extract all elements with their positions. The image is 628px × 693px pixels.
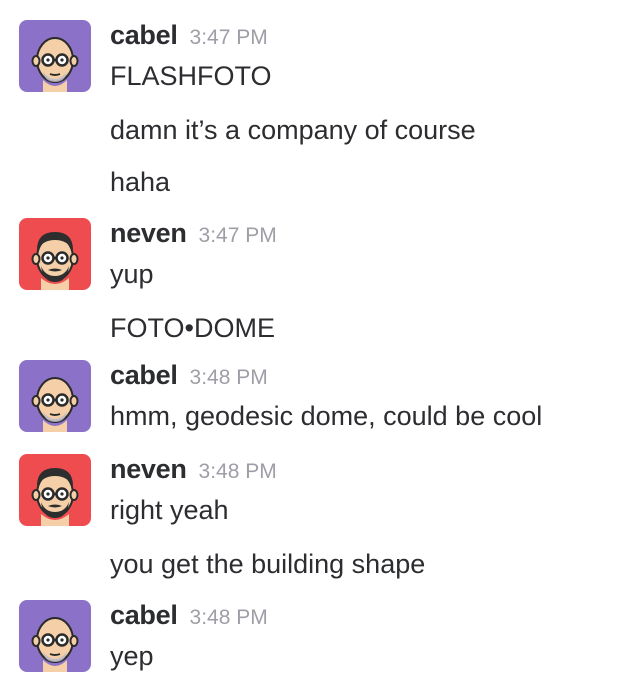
message-text: hmm, geodesic dome, could be cool	[110, 401, 543, 431]
neven-avatar-icon[interactable]	[19, 218, 91, 290]
cabel-avatar-icon[interactable]	[19, 600, 91, 672]
message-text: yep	[110, 641, 154, 671]
timestamp[interactable]: 3:47 PM	[199, 224, 277, 247]
timestamp[interactable]: 3:47 PM	[190, 26, 268, 49]
message-group: cabel 3:48 PM hmm, geodesic dome, could b…	[0, 360, 628, 440]
timestamp[interactable]: 3:48 PM	[199, 460, 277, 483]
message-group: neven 3:47 PM yup FOTO•DOME	[0, 218, 628, 348]
author-name[interactable]: neven	[110, 454, 187, 484]
message-text: haha	[110, 167, 171, 197]
cabel-avatar-icon[interactable]	[19, 360, 91, 432]
message-text: yup	[110, 259, 154, 289]
message-text: damn it’s a company of course	[110, 115, 476, 145]
message-group: cabel 3:48 PM yep	[0, 600, 628, 680]
timestamp[interactable]: 3:48 PM	[190, 366, 268, 389]
message-header: cabel 3:48 PM	[110, 600, 268, 640]
message-header: cabel 3:47 PM	[110, 20, 268, 60]
author-name[interactable]: neven	[110, 218, 187, 248]
author-name[interactable]: cabel	[110, 20, 178, 50]
neven-avatar-icon[interactable]	[19, 454, 91, 526]
message-text: right yeah	[110, 495, 229, 525]
message-text: FLASHFOTO	[110, 61, 272, 91]
cabel-avatar-icon[interactable]	[19, 20, 91, 92]
message-text: you get the building shape	[110, 549, 426, 579]
message-text: FOTO•DOME	[110, 313, 275, 343]
timestamp[interactable]: 3:48 PM	[190, 606, 268, 629]
message-group: cabel 3:47 PM FLASHFOTO damn it’s a compa…	[0, 20, 628, 210]
author-name[interactable]: cabel	[110, 600, 178, 630]
message-group: neven 3:48 PM right yeah you get the buil…	[0, 454, 628, 584]
message-header: neven 3:47 PM	[110, 218, 277, 258]
message-header: neven 3:48 PM	[110, 454, 277, 494]
message-header: cabel 3:48 PM	[110, 360, 268, 400]
author-name[interactable]: cabel	[110, 360, 178, 390]
